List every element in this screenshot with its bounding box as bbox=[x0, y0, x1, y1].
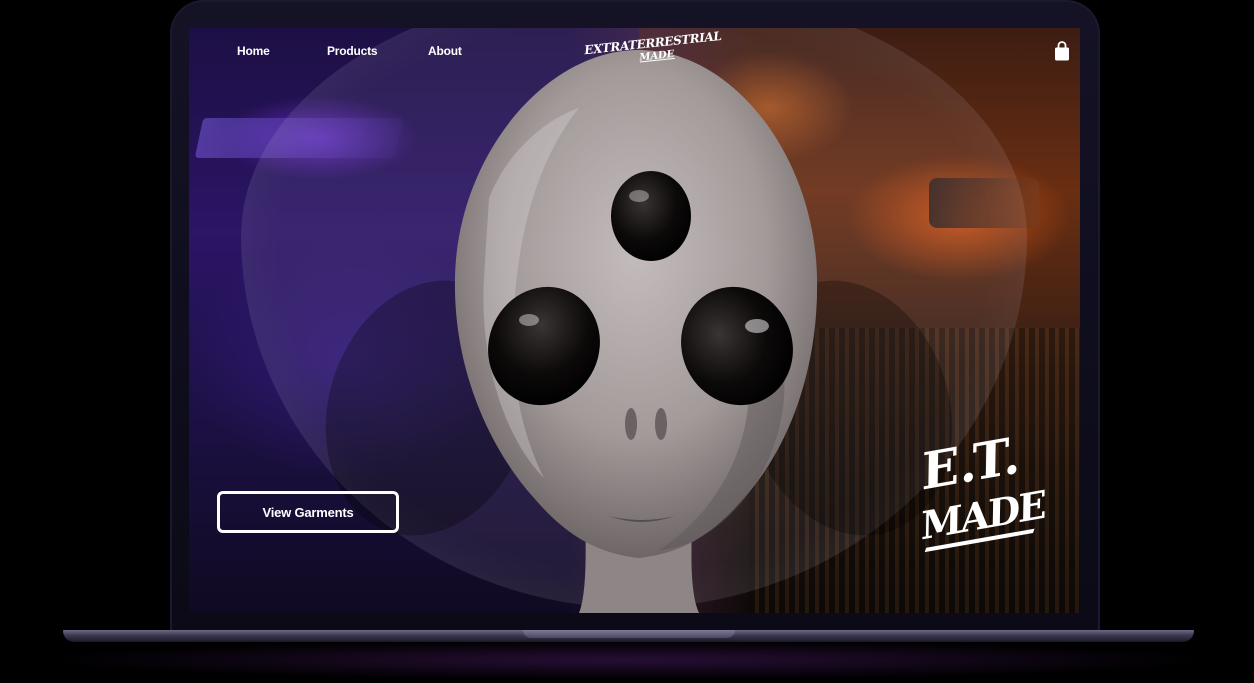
laptop-glow bbox=[40, 640, 1214, 680]
right-eye-shine bbox=[745, 319, 769, 333]
stage: Home Products About EXTRATERRESTRIAL MAD… bbox=[0, 0, 1254, 683]
nav-link-about[interactable]: About bbox=[428, 44, 462, 58]
laptop-screen: Home Products About EXTRATERRESTRIAL MAD… bbox=[189, 28, 1080, 613]
left-eye-shine bbox=[519, 314, 539, 326]
et-made-brand-mark: E.T. MADE bbox=[908, 426, 1050, 588]
nostril-right bbox=[655, 408, 667, 440]
nav-link-products[interactable]: Products bbox=[327, 44, 378, 58]
logo-line-2: MADE bbox=[638, 48, 675, 64]
shopping-bag-icon[interactable] bbox=[1054, 41, 1070, 61]
third-eye bbox=[611, 171, 691, 261]
third-eye-shine bbox=[629, 190, 649, 202]
nostril-left bbox=[625, 408, 637, 440]
nav-link-home[interactable]: Home bbox=[237, 44, 270, 58]
view-garments-button[interactable]: View Garments bbox=[217, 491, 399, 533]
laptop-notch bbox=[523, 630, 735, 638]
